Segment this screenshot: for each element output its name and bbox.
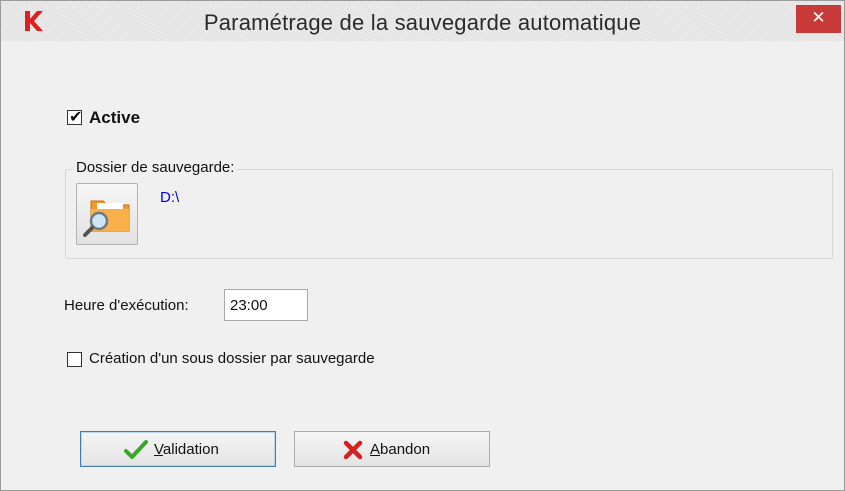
dialog-window: Paramétrage de la sauvegarde automatique… bbox=[0, 0, 845, 491]
execution-hour-label: Heure d'exécution: bbox=[64, 297, 189, 314]
close-button[interactable]: ✕ bbox=[796, 5, 841, 33]
subfolder-label[interactable]: Création d'un sous dossier par sauvegard… bbox=[89, 350, 375, 367]
browse-folder-button[interactable] bbox=[76, 183, 138, 245]
subfolder-checkbox[interactable] bbox=[67, 352, 82, 367]
abandon-label: Abandon bbox=[370, 441, 431, 458]
execution-hour-input[interactable] bbox=[224, 289, 308, 321]
check-icon bbox=[124, 440, 148, 459]
close-icon: ✕ bbox=[811, 8, 826, 28]
checkmark-icon: ✔ bbox=[69, 107, 83, 126]
validate-label: Validation bbox=[154, 441, 219, 458]
backup-folder-path: D:\ bbox=[160, 189, 180, 206]
active-label[interactable]: Active bbox=[89, 108, 140, 128]
backup-folder-legend: Dossier de sauvegarde: bbox=[73, 159, 238, 176]
folder-search-icon bbox=[83, 200, 130, 237]
abandon-button[interactable]: Abandon bbox=[294, 431, 490, 467]
active-checkbox[interactable]: ✔ bbox=[67, 107, 83, 126]
title-bar[interactable]: Paramétrage de la sauvegarde automatique… bbox=[1, 1, 844, 41]
validate-button[interactable]: Validation bbox=[80, 431, 276, 467]
cross-icon bbox=[343, 440, 363, 460]
backup-folder-group bbox=[65, 169, 833, 259]
window-title: Paramétrage de la sauvegarde automatique bbox=[203, 10, 642, 35]
